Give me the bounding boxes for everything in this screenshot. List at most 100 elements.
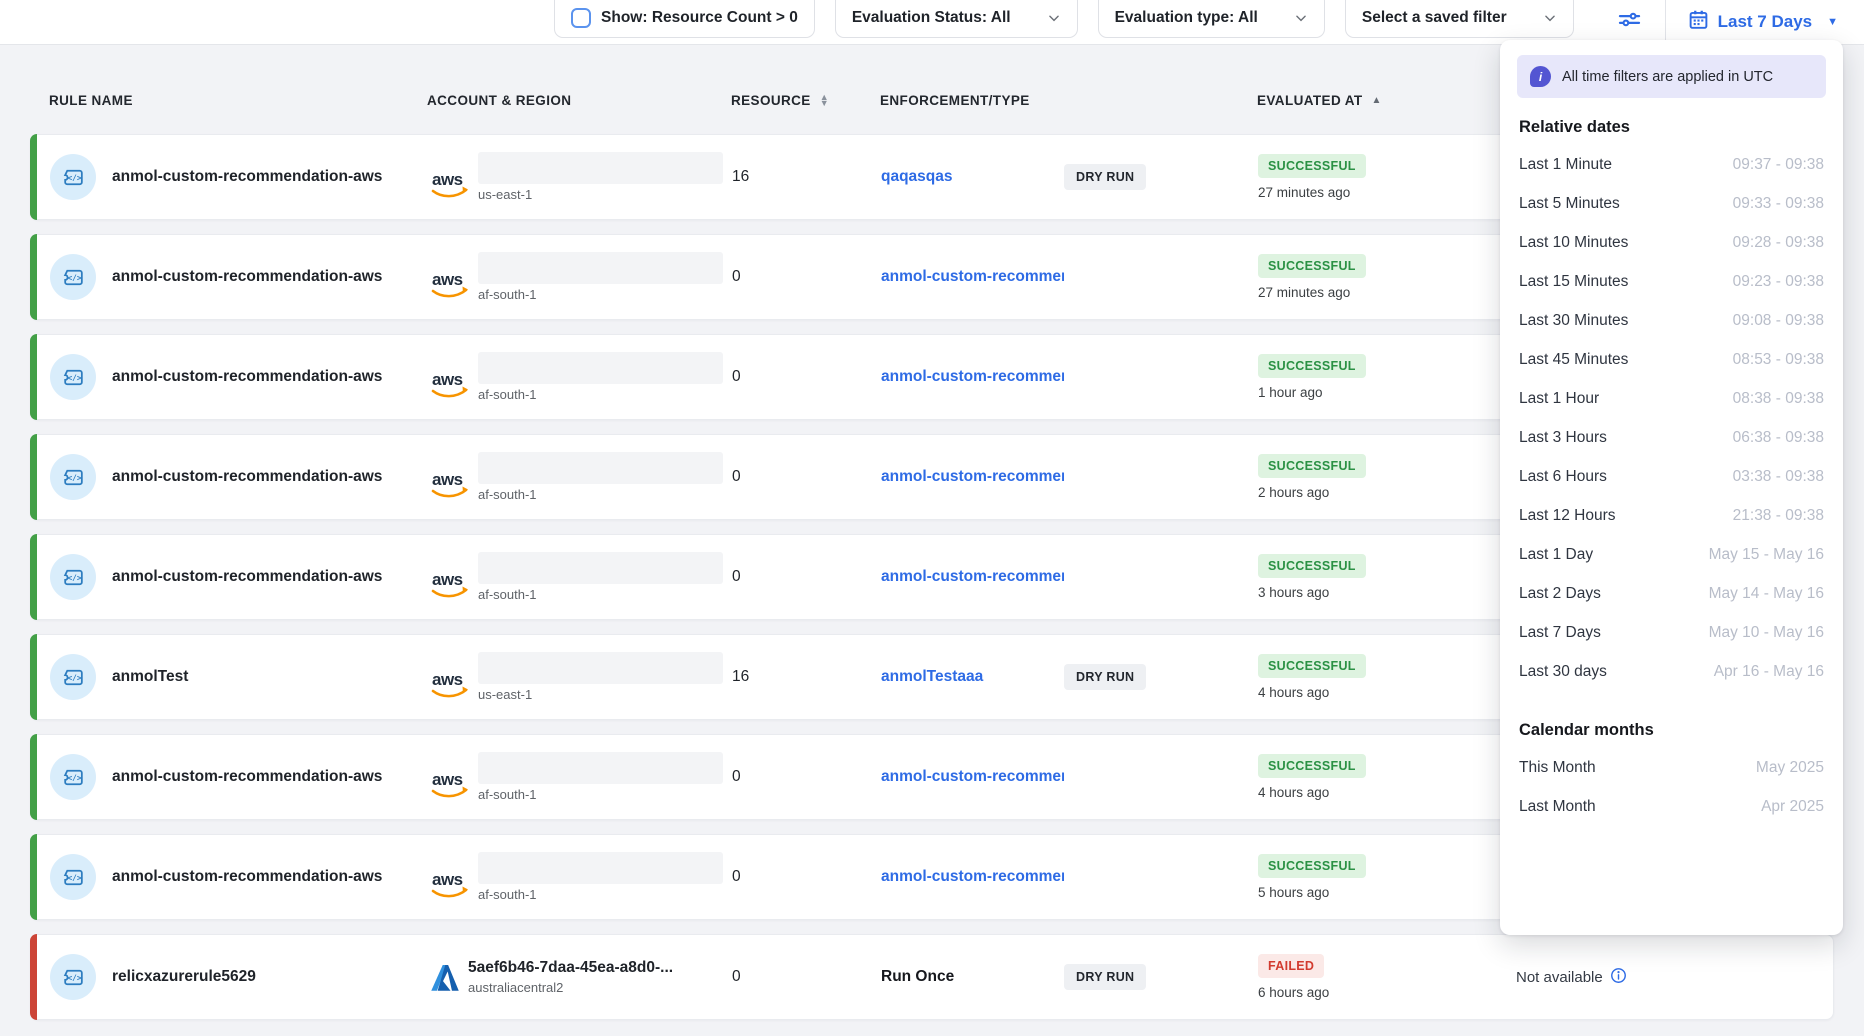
svg-text:</>: </>	[67, 273, 81, 282]
time-filter-option[interactable]: Last 1 Day May 15 - May 16	[1517, 535, 1826, 574]
svg-text:aws: aws	[432, 370, 463, 389]
time-filter-option[interactable]: This Month May 2025	[1517, 748, 1826, 787]
saved-filter-placeholder: Select a saved filter	[1362, 9, 1507, 27]
enforcement-link[interactable]: qaqasqas	[881, 168, 1064, 186]
time-filter-option[interactable]: Last 7 Days May 10 - May 16	[1517, 613, 1826, 652]
sort-icon[interactable]: ▲▼	[820, 95, 829, 106]
rule-name: anmol-custom-recommendation-aws	[112, 568, 428, 586]
utc-notice-text: All time filters are applied in UTC	[1562, 69, 1773, 85]
account-region: us-east-1	[478, 187, 723, 202]
svg-text:aws: aws	[432, 670, 463, 689]
enforcement-link[interactable]: anmol-custom-recommen...	[881, 468, 1064, 486]
time-filter-option[interactable]: Last 30 Minutes 09:08 - 09:38	[1517, 301, 1826, 340]
account-region: af-south-1	[478, 487, 723, 502]
time-filter-option[interactable]: Last 3 Hours 06:38 - 09:38	[1517, 418, 1826, 457]
evaluated-time: 2 hours ago	[1258, 485, 1329, 500]
evaluation-type-dropdown[interactable]: Evaluation type: All	[1098, 0, 1325, 38]
column-header-enforcement-type[interactable]: ENFORCEMENT/TYPE	[880, 93, 1257, 108]
rule-name: anmolTest	[112, 668, 428, 686]
time-filter-option[interactable]: Last 45 Minutes 08:53 - 09:38	[1517, 340, 1826, 379]
date-range-button[interactable]: Last 7 Days ▼	[1666, 9, 1846, 35]
time-filter-option[interactable]: Last 5 Minutes 09:33 - 09:38	[1517, 184, 1826, 223]
account-region-cell: aws af-south-1	[428, 252, 732, 302]
svg-text:</>: </>	[67, 673, 81, 682]
svg-text:</>: </>	[67, 473, 81, 482]
azure-logo-icon	[428, 961, 462, 995]
account-region: australiacentral2	[468, 980, 673, 995]
account-region-cell: aws af-south-1	[428, 552, 732, 602]
aws-logo-icon: aws	[428, 868, 472, 902]
enforcement-cell: anmol-custom-recommen... DRY RUN	[881, 768, 1258, 786]
column-header-account-region[interactable]: ACCOUNT & REGION	[427, 93, 731, 108]
dry-run-badge: DRY RUN	[1064, 964, 1146, 990]
info-bubble-icon: i	[1530, 66, 1551, 87]
extra-text: Not available	[1516, 969, 1603, 986]
enforcement-link[interactable]: anmol-custom-recommen...	[881, 768, 1064, 786]
evaluation-status-dropdown[interactable]: Evaluation Status: All	[835, 0, 1078, 38]
time-filter-option[interactable]: Last 1 Hour 08:38 - 09:38	[1517, 379, 1826, 418]
status-color-bar	[30, 734, 37, 820]
time-filter-option[interactable]: Last 2 Days May 14 - May 16	[1517, 574, 1826, 613]
account-redacted-placeholder	[478, 452, 723, 484]
saved-filter-dropdown[interactable]: Select a saved filter	[1345, 0, 1574, 38]
time-filter-option[interactable]: Last 6 Hours 03:38 - 09:38	[1517, 457, 1826, 496]
show-resource-count-checkbox[interactable]	[571, 8, 591, 28]
account-region-cell: aws af-south-1	[428, 852, 732, 902]
enforcement-link[interactable]: anmol-custom-recommen...	[881, 368, 1064, 386]
resource-count: 0	[732, 368, 881, 386]
table-row[interactable]: </> relicxazurerule5629 aws 5aef6b46-	[30, 934, 1834, 1020]
column-header-evaluated-at[interactable]: EVALUATED AT ▲	[1257, 93, 1515, 108]
evaluated-time: 3 hours ago	[1258, 585, 1329, 600]
account-region-cell: aws us-east-1	[428, 152, 732, 202]
status-badge: SUCCESSFUL	[1258, 154, 1366, 178]
show-resource-count-filter[interactable]: Show: Resource Count > 0	[554, 0, 815, 38]
enforcement-cell: qaqasqas DRY RUN	[881, 164, 1258, 190]
time-filter-option-label: Last 30 Minutes	[1519, 312, 1628, 330]
time-filter-option[interactable]: Last 12 Hours 21:38 - 09:38	[1517, 496, 1826, 535]
status-color-bar	[30, 534, 37, 620]
time-filter-option[interactable]: Last 10 Minutes 09:28 - 09:38	[1517, 223, 1826, 262]
aws-logo-icon: aws	[428, 668, 472, 702]
svg-text:aws: aws	[432, 170, 463, 189]
rule-icon: </>	[50, 254, 96, 300]
chevron-down-icon	[1294, 11, 1308, 25]
time-filter-option[interactable]: Last 30 days Apr 16 - May 16	[1517, 652, 1826, 691]
evaluated-cell: SUCCESSFUL 27 minutes ago	[1258, 254, 1516, 300]
rule-icon: </>	[50, 754, 96, 800]
enforcement-link[interactable]: anmol-custom-recommen...	[881, 268, 1064, 286]
rule-icon: </>	[50, 554, 96, 600]
time-filter-option-label: Last 30 days	[1519, 663, 1607, 681]
svg-text:</>: </>	[67, 573, 81, 582]
rule-name: anmol-custom-recommendation-aws	[112, 168, 428, 186]
time-filter-option[interactable]: Last 15 Minutes 09:23 - 09:38	[1517, 262, 1826, 301]
time-filter-option-range: May 15 - May 16	[1709, 546, 1824, 564]
time-filter-option-label: Last 15 Minutes	[1519, 273, 1628, 291]
time-filter-option-label: Last 1 Hour	[1519, 390, 1599, 408]
column-header-rule-name[interactable]: RULE NAME	[49, 93, 427, 108]
time-filter-option-label: This Month	[1519, 759, 1596, 777]
enforcement-cell: anmol-custom-recommen... DRY RUN	[881, 568, 1258, 586]
calendar-months-heading: Calendar months	[1519, 721, 1824, 740]
time-filter-option-label: Last Month	[1519, 798, 1596, 816]
evaluated-time: 5 hours ago	[1258, 885, 1329, 900]
filter-settings-button[interactable]	[1594, 6, 1665, 38]
time-filter-option[interactable]: Last Month Apr 2025	[1517, 787, 1826, 826]
info-icon[interactable]	[1610, 967, 1627, 988]
enforcement-link[interactable]: anmol-custom-recommen...	[881, 568, 1064, 586]
column-header-resource[interactable]: RESOURCE ▲▼	[731, 93, 880, 108]
evaluated-cell: SUCCESSFUL 3 hours ago	[1258, 554, 1516, 600]
enforcement-link[interactable]: anmol-custom-recommen...	[881, 868, 1064, 886]
time-filter-option-label: Last 3 Hours	[1519, 429, 1607, 447]
time-filter-option-range: 09:23 - 09:38	[1733, 273, 1824, 291]
svg-text:aws: aws	[432, 270, 463, 289]
enforcement-link[interactable]: anmolTestaaa	[881, 668, 1064, 686]
time-filter-option-range: 09:08 - 09:38	[1733, 312, 1824, 330]
resource-count: 0	[732, 568, 881, 586]
time-filter-option-range: May 14 - May 16	[1709, 585, 1824, 603]
account-region: af-south-1	[478, 387, 723, 402]
sort-ascending-icon[interactable]: ▲	[1372, 95, 1382, 106]
time-filter-option[interactable]: Last 1 Minute 09:37 - 09:38	[1517, 145, 1826, 184]
dry-run-badge: DRY RUN	[1064, 164, 1146, 190]
enforcement-cell: Run Once DRY RUN	[881, 964, 1258, 990]
time-filter-option-range: 21:38 - 09:38	[1733, 507, 1824, 525]
